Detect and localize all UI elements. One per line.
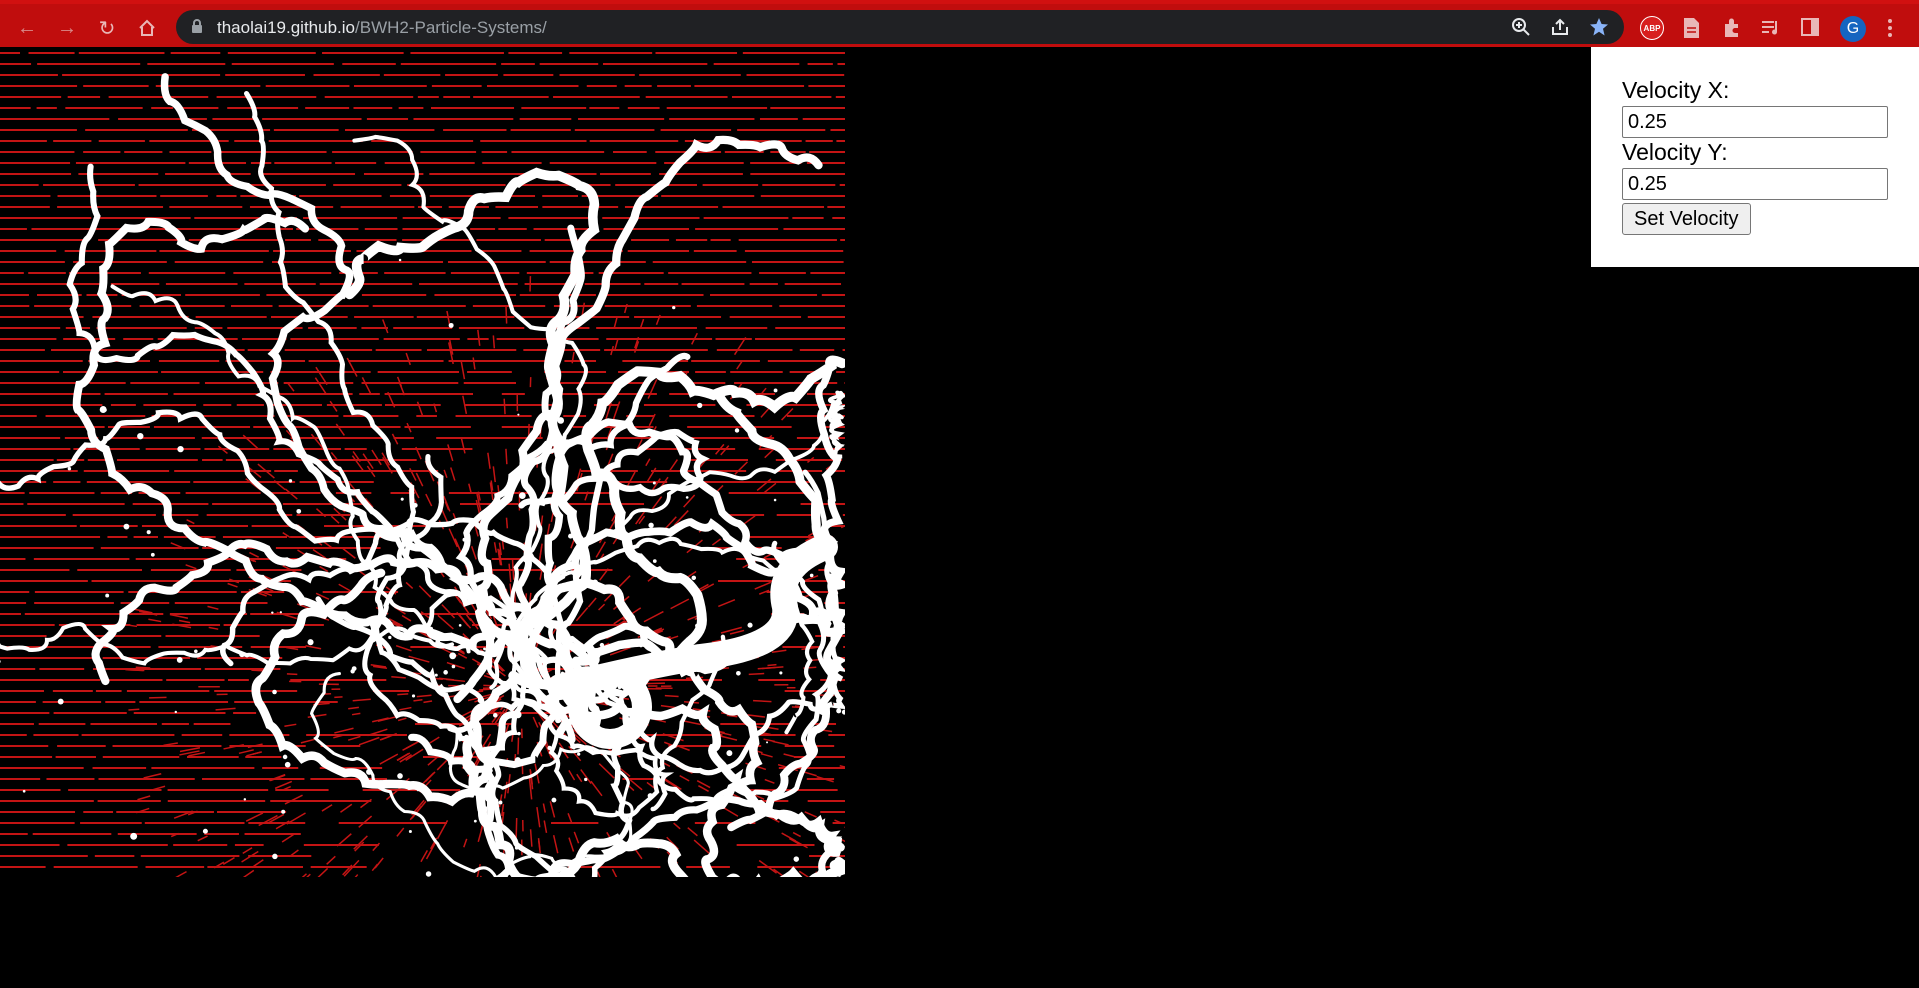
zoom-icon[interactable]: [1511, 17, 1533, 39]
document-icon[interactable]: [1681, 17, 1705, 41]
abp-icon[interactable]: ABP: [1640, 16, 1664, 40]
menu-icon[interactable]: [1886, 17, 1910, 41]
url-text[interactable]: thaolai19.github.io/BWH2-Particle-System…: [217, 18, 547, 38]
velocity-y-input[interactable]: [1622, 168, 1888, 200]
particle-simulation-canvas[interactable]: [0, 47, 845, 877]
side-panel-icon[interactable]: [1800, 17, 1824, 41]
profile-avatar[interactable]: G: [1840, 16, 1866, 42]
set-velocity-button[interactable]: Set Velocity: [1622, 203, 1751, 235]
canvas-background: [0, 47, 845, 877]
velocity-control-panel: Velocity X: Velocity Y: Set Velocity: [1591, 47, 1919, 267]
forward-icon[interactable]: →: [52, 14, 82, 42]
velocity-y-label: Velocity Y:: [1622, 139, 1728, 165]
lock-icon[interactable]: [191, 19, 203, 39]
browser-toolbar: ← → ↻ thaolai19.github.io/BWH2-Particle-…: [0, 0, 1919, 47]
velocity-x-input[interactable]: [1622, 106, 1888, 138]
share-icon[interactable]: [1550, 17, 1572, 39]
velocity-x-label: Velocity X:: [1622, 77, 1730, 103]
media-icon[interactable]: [1760, 17, 1784, 41]
address-bar[interactable]: thaolai19.github.io/BWH2-Particle-System…: [176, 10, 1624, 44]
star-icon[interactable]: [1589, 17, 1611, 39]
reload-icon[interactable]: ↻: [92, 14, 122, 42]
home-icon[interactable]: [132, 14, 162, 42]
back-icon[interactable]: ←: [12, 14, 42, 42]
extensions-icon[interactable]: [1721, 17, 1745, 41]
